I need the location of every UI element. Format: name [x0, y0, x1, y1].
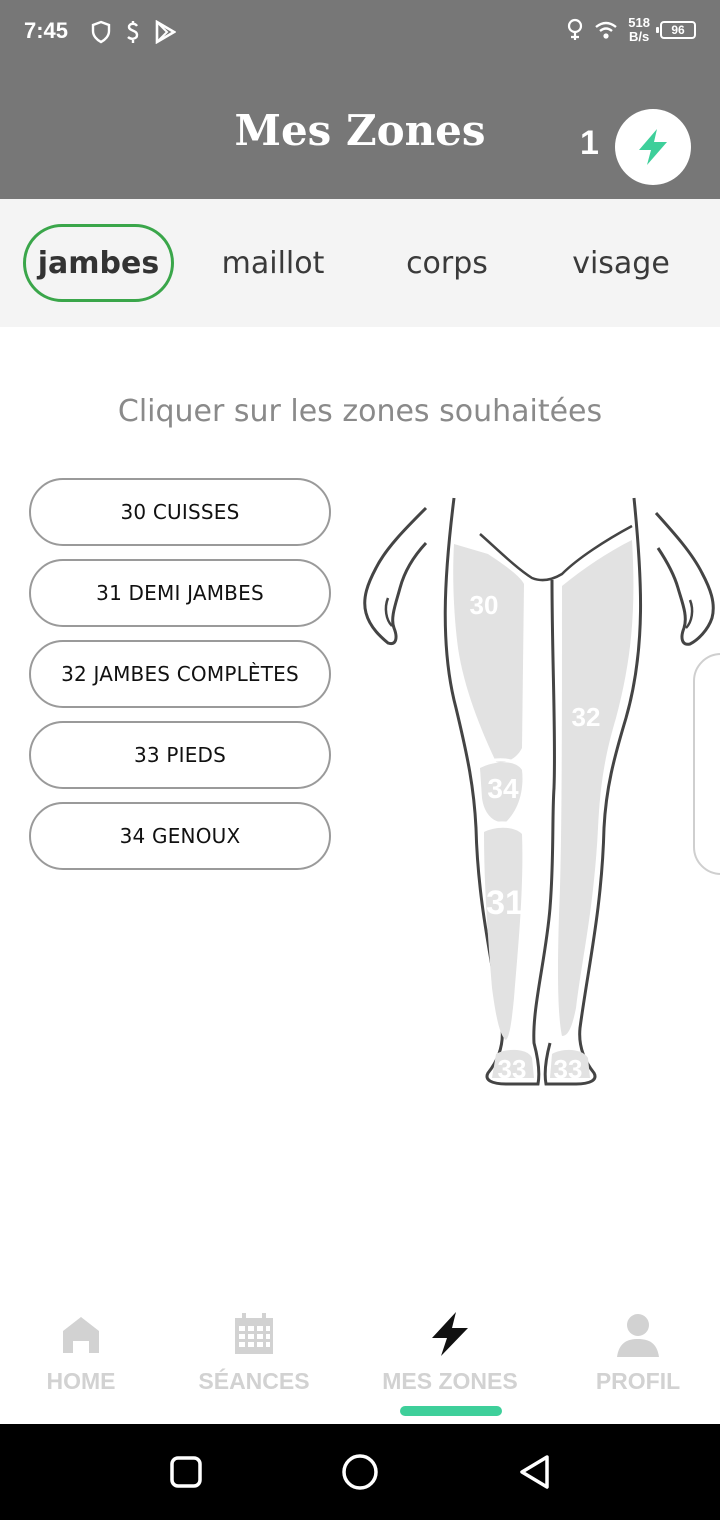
- net-speed-value: 518: [628, 15, 650, 30]
- shield-icon: [91, 20, 111, 44]
- recent-apps-button[interactable]: [166, 1452, 206, 1492]
- zone-label-30: 30: [470, 590, 499, 620]
- nav-home-label: HOME: [46, 1368, 116, 1394]
- wifi-icon: [595, 21, 618, 39]
- zone-label-32: 32: [572, 702, 601, 732]
- status-left-icons: [90, 20, 176, 44]
- zone-label-34: 34: [487, 773, 519, 804]
- zone-button-34[interactable]: 34 GENOUX: [29, 802, 331, 870]
- home-icon: [59, 1310, 103, 1358]
- nav-mes-zones[interactable]: MES ZONES: [360, 1310, 540, 1395]
- status-right-icons: 518 B/s 96: [566, 16, 696, 44]
- system-navigation-bar: [0, 1424, 720, 1520]
- page-title: Mes Zones: [234, 106, 486, 155]
- battery-indicator: 96: [656, 21, 696, 39]
- side-drawer-handle[interactable]: [693, 653, 720, 875]
- home-system-button[interactable]: [340, 1452, 380, 1492]
- zone-button-31[interactable]: 31 DEMI JAMBES: [29, 559, 331, 627]
- credits-button[interactable]: [615, 109, 691, 185]
- right-hand: [654, 511, 715, 646]
- credit-count: 1: [580, 124, 599, 162]
- tab-maillot[interactable]: maillot: [198, 224, 348, 302]
- instruction-text: Cliquer sur les zones souhaitées: [117, 394, 603, 429]
- back-triangle-icon: [520, 1455, 549, 1489]
- zone-label-33-left: 33: [498, 1054, 527, 1084]
- status-bar: 7:45 518 B/s 96: [0, 0, 720, 66]
- zone-label-31: 31: [486, 884, 524, 922]
- tab-visage[interactable]: visage: [546, 224, 696, 302]
- nav-seances[interactable]: SÉANCES: [164, 1310, 344, 1395]
- circle-icon: [342, 1454, 378, 1490]
- lightning-icon: [639, 129, 667, 165]
- zone-button-32[interactable]: 32 JAMBES COMPLÈTES: [29, 640, 331, 708]
- zone-32-area: [558, 540, 634, 1036]
- nav-profil-label: PROFIL: [595, 1368, 681, 1394]
- legs-diagram: 30 32 34 31 33 33: [363, 497, 715, 1086]
- nav-seances-label: SÉANCES: [198, 1368, 310, 1394]
- tab-jambes[interactable]: jambes: [23, 224, 174, 302]
- zone-30-area: [453, 544, 524, 763]
- net-speed-unit: B/s: [629, 29, 650, 44]
- nav-mes-zones-label: MES ZONES: [382, 1368, 518, 1394]
- active-tab-indicator: [400, 1406, 502, 1416]
- calendar-icon: [233, 1310, 275, 1358]
- zone-button-33[interactable]: 33 PIEDS: [29, 721, 331, 789]
- profile-icon: [615, 1310, 661, 1358]
- nav-home[interactable]: HOME: [0, 1310, 171, 1395]
- zone-button-30[interactable]: 30 CUISSES: [29, 478, 331, 546]
- nav-profil[interactable]: PROFIL: [548, 1310, 720, 1395]
- play-store-icon: [155, 20, 176, 44]
- square-icon: [170, 1456, 202, 1488]
- app-header: Mes Zones 1: [0, 66, 720, 199]
- lightning-icon: [426, 1310, 474, 1358]
- zone-31-area: [484, 827, 523, 1040]
- bottom-navigation: HOME SÉANCES MES ZONES PROFIL: [0, 1290, 720, 1424]
- left-hand: [363, 506, 428, 646]
- zone-label-33-right: 33: [554, 1054, 583, 1084]
- zone-category-tabs: jambes maillot corps visage: [0, 199, 720, 327]
- dollar-icon: [127, 21, 139, 43]
- tab-corps[interactable]: corps: [372, 224, 522, 302]
- net-speed: 518 B/s: [628, 16, 650, 44]
- status-time: 7:45: [24, 18, 69, 43]
- location-icon: [568, 18, 583, 40]
- back-button[interactable]: [514, 1452, 554, 1492]
